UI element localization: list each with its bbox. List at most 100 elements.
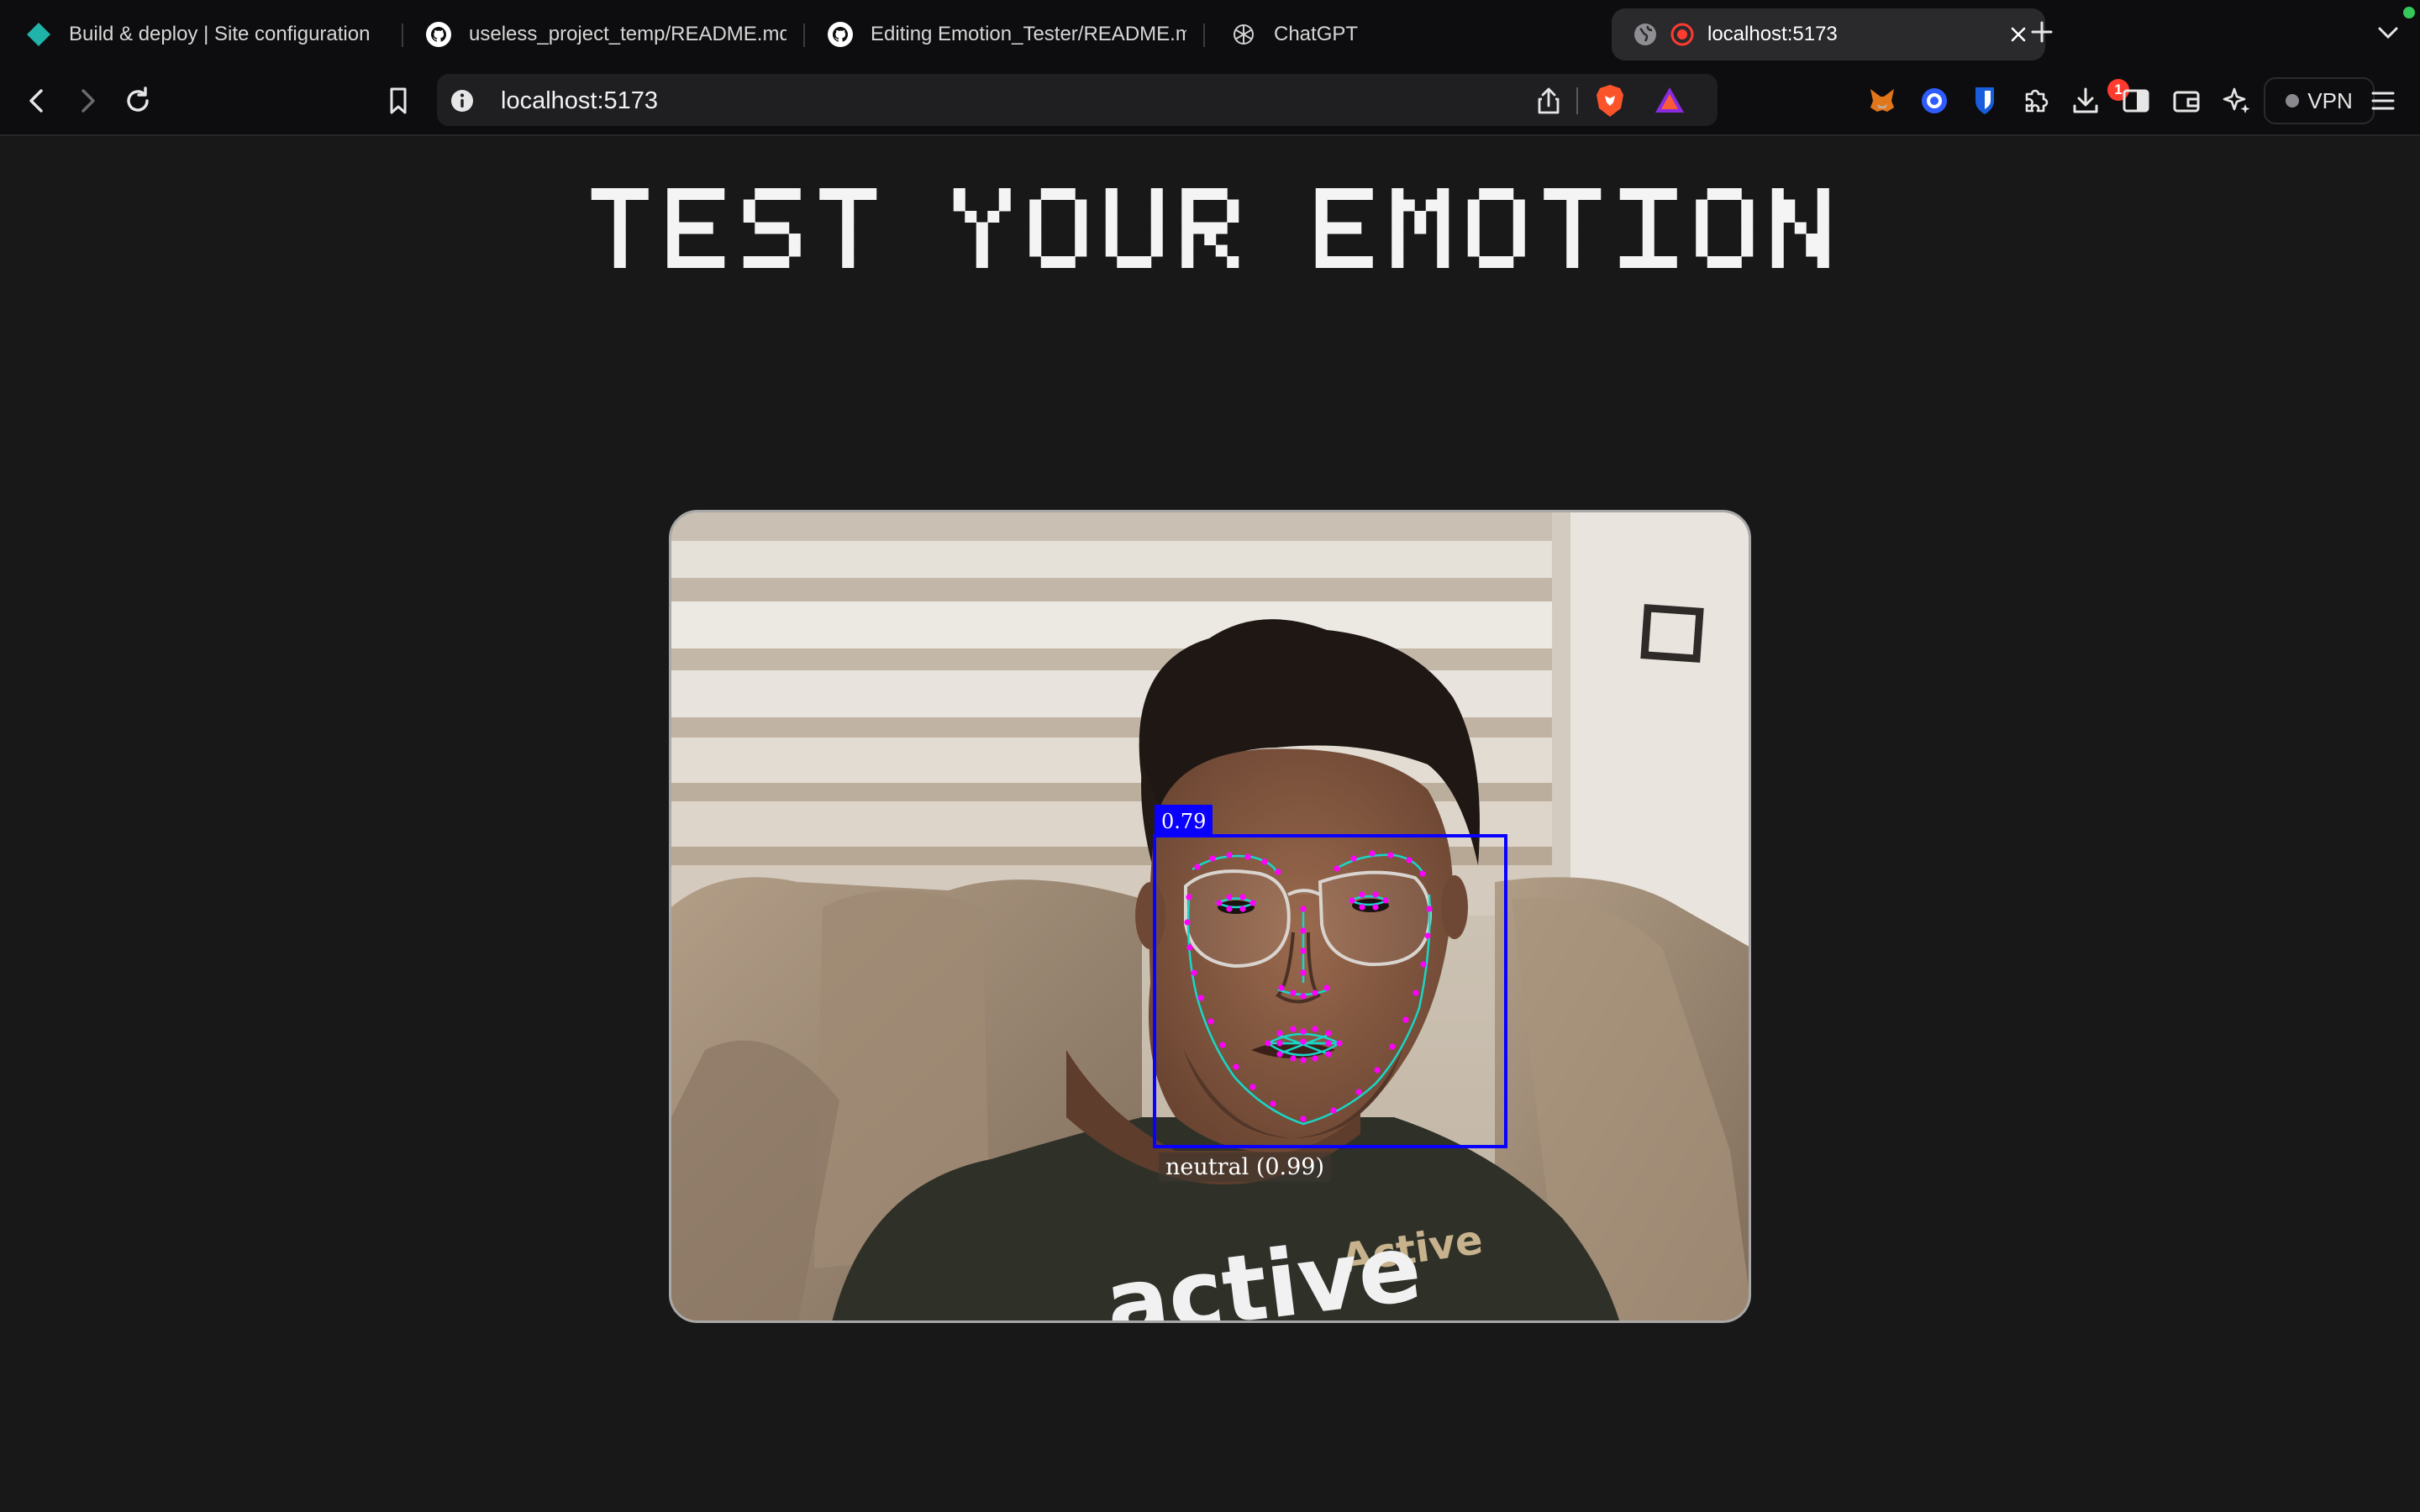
landmark-point: [1300, 948, 1307, 954]
landmark-point: [1226, 894, 1233, 900]
forward-arrow-icon[interactable]: [71, 84, 104, 118]
reload-icon[interactable]: [121, 84, 155, 118]
tab-separator: [1203, 24, 1205, 47]
landmark-point: [1402, 1016, 1409, 1023]
brave-rewards-icon[interactable]: [1652, 84, 1687, 118]
landmark-point: [1359, 904, 1365, 911]
landmark-point: [1278, 984, 1285, 991]
github-icon: [828, 22, 853, 47]
landmark-point: [1387, 852, 1394, 858]
landmark-point: [1413, 990, 1419, 996]
tab-github-useless[interactable]: useless_project_temp/README.md: [425, 8, 786, 60]
landmark-point: [1389, 1043, 1396, 1050]
landmark-point: [1226, 852, 1233, 858]
title-glyph: [1105, 188, 1163, 268]
metamask-fox-icon[interactable]: [1865, 84, 1899, 118]
landmark-point: [1219, 1042, 1226, 1048]
landmark-point: [1355, 1089, 1362, 1095]
landmark-point: [1426, 906, 1433, 912]
back-arrow-icon[interactable]: [20, 84, 54, 118]
tab-title: useless_project_temp/README.md: [469, 23, 786, 45]
landmark-point: [1325, 1040, 1332, 1047]
title-glyph: [953, 188, 1011, 268]
landmark-point: [1186, 944, 1193, 951]
title-glyph: [1771, 188, 1829, 268]
landmark-point: [1312, 1026, 1318, 1032]
hamburger-menu-icon[interactable]: [2366, 84, 2400, 118]
landmark-point: [1300, 1028, 1307, 1035]
title-glyph: [667, 188, 725, 268]
brave-shields-icon[interactable]: [1593, 82, 1627, 119]
tab-github-editing[interactable]: Editing Emotion_Tester/README.md: [827, 8, 1186, 60]
tab-strip: Build & deploy | Site configuration usel…: [0, 0, 2420, 67]
leo-ai-sparkle-icon[interactable]: [2220, 84, 2254, 118]
landmark-point: [1216, 900, 1223, 906]
url-text[interactable]: localhost:5173: [501, 87, 658, 115]
title-glyph: [1181, 188, 1239, 268]
address-bar[interactable]: localhost:5173 1: [437, 74, 2129, 126]
site-info-icon[interactable]: [449, 87, 476, 114]
status-dot: [2403, 7, 2415, 18]
landmark-point: [1239, 906, 1246, 912]
tab-title: ChatGPT: [1274, 23, 1359, 45]
landmark-point: [1275, 869, 1281, 875]
bookmark-icon[interactable]: [381, 84, 415, 118]
tab-title: Editing Emotion_Tester/README.md: [871, 23, 1186, 45]
landmark-point: [1261, 858, 1268, 865]
wallet-icon[interactable]: [2170, 84, 2203, 118]
landmark-point: [1184, 919, 1191, 926]
title-glyph: [1467, 188, 1525, 268]
share-icon[interactable]: [1534, 86, 1563, 116]
bitwarden-shield-icon[interactable]: [1968, 84, 2002, 118]
landmark-point: [1382, 897, 1389, 904]
title-glyph: [1619, 188, 1677, 268]
landmark-point: [1336, 1040, 1343, 1047]
github-icon: [426, 22, 451, 47]
new-tab-plus-icon[interactable]: [2028, 18, 2055, 45]
title-glyph: [743, 188, 801, 268]
landmark-point: [1276, 1030, 1283, 1037]
landmark-point: [1290, 990, 1297, 996]
landmark-point: [1191, 969, 1197, 976]
tab-localhost[interactable]: localhost:5173: [1612, 8, 2045, 60]
title-glyph: [1315, 188, 1373, 268]
webcam-video: Active active 0.79 neutral (0.99): [669, 510, 1751, 1323]
netlify-diamond-icon: [27, 23, 50, 46]
landmark-point: [1372, 891, 1379, 898]
landmark-point: [1300, 969, 1307, 976]
pixel-title-text: [591, 188, 1829, 268]
globe-icon: [1634, 24, 1656, 45]
tab-netlify[interactable]: Build & deploy | Site configuration: [25, 8, 388, 60]
landmark-point: [1334, 865, 1340, 872]
download-icon[interactable]: [2069, 84, 2102, 118]
title-glyph: [819, 188, 877, 268]
recording-icon: [1670, 23, 1694, 46]
puzzle-piece-icon[interactable]: [2018, 84, 2052, 118]
openai-icon: [1234, 24, 1254, 45]
tab-chatgpt[interactable]: ChatGPT: [1230, 8, 1566, 60]
landmark-point: [1276, 1051, 1283, 1058]
landmark-point: [1424, 932, 1431, 939]
chevron-down-icon[interactable]: [2376, 24, 2400, 42]
landmark-point: [1244, 853, 1251, 860]
title-glyph: [1392, 188, 1449, 268]
landmark-point: [1419, 870, 1426, 877]
landmark-point: [1300, 1116, 1307, 1122]
vpn-button[interactable]: VPN: [2264, 77, 2375, 124]
vpn-status-dot: [2286, 94, 2300, 108]
tab-title: Build & deploy | Site configuration: [69, 23, 371, 45]
landmark-point: [1239, 894, 1246, 900]
landmark-point: [1290, 1055, 1297, 1062]
landmark-point: [1300, 1057, 1307, 1063]
extension-circle-icon[interactable]: [1918, 84, 1951, 118]
emotion-label: neutral (0.99): [1159, 1152, 1332, 1182]
landmark-point: [1209, 855, 1216, 862]
close-icon[interactable]: [2008, 24, 2028, 45]
title-glyph: [591, 188, 649, 268]
landmark-point: [1350, 855, 1357, 862]
landmark-point: [1325, 1051, 1332, 1058]
landmark-point: [1290, 1026, 1297, 1032]
divider: [1576, 87, 1578, 114]
sidebar-toggle-icon[interactable]: [2119, 84, 2153, 118]
landmark-point: [1369, 850, 1376, 857]
